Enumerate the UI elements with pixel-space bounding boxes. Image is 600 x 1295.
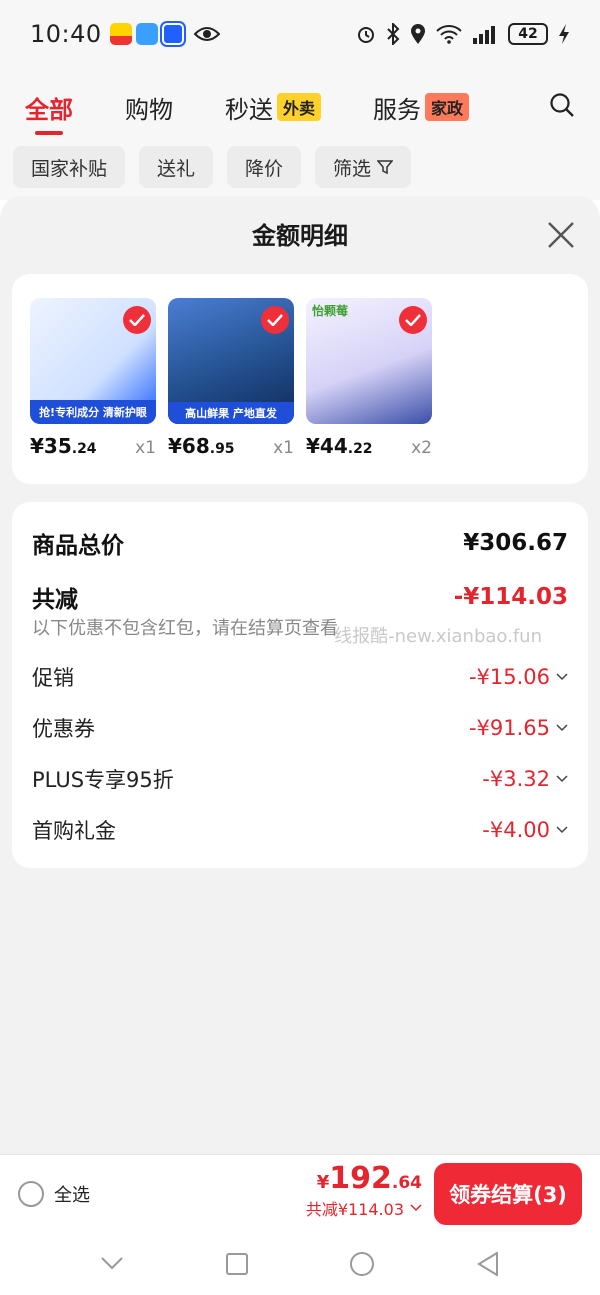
location-icon xyxy=(411,24,425,44)
product-price: ¥68.95 xyxy=(168,434,235,458)
chevron-down-icon xyxy=(410,1204,422,1212)
tab-instant-delivery[interactable]: 秒送 外卖 xyxy=(225,90,322,125)
promo-value: -¥15.06 xyxy=(469,665,568,689)
plus-discount-row[interactable]: PLUS专享95折 -¥3.32 xyxy=(32,764,568,794)
product-image[interactable]: 高山鲜果 产地直发 xyxy=(168,298,294,424)
total-discount-toggle[interactable]: 共减¥114.03 xyxy=(306,1196,422,1220)
check-icon[interactable] xyxy=(261,306,289,334)
product-image-banner: 抢!专利成分 清新护眼 xyxy=(30,400,156,424)
select-all-radio[interactable] xyxy=(18,1181,44,1207)
total-price-value: ¥306.67 xyxy=(463,530,568,556)
nav-back-icon[interactable] xyxy=(476,1251,499,1276)
charging-icon xyxy=(559,24,569,44)
promo-label: 促销 xyxy=(32,666,74,690)
check-icon[interactable] xyxy=(123,306,151,334)
notification-icons xyxy=(109,21,220,47)
system-nav-bar xyxy=(0,1232,600,1295)
total-price: ¥192.64 共减¥114.03 xyxy=(306,1161,422,1220)
signal-icon xyxy=(473,26,495,44)
status-time: 10:40 xyxy=(30,20,102,48)
checkout-button[interactable]: 领券结算(3) xyxy=(434,1163,582,1225)
product-brand-logo: 怡颗莓 xyxy=(312,304,349,318)
select-all[interactable]: 全选 xyxy=(18,1181,90,1207)
first-purchase-value: -¥4.00 xyxy=(482,818,568,842)
nav-down-icon[interactable] xyxy=(101,1256,123,1271)
discount-label: 共减 xyxy=(32,587,78,613)
chevron-down-icon xyxy=(556,775,568,783)
total-price-row: 商品总价 ¥306.67 xyxy=(32,526,568,560)
products-card: 抢!专利成分 清新护眼 ¥35.24 x1 高山鲜果 产地直发 ¥68.95 x… xyxy=(12,274,588,484)
product-qty: x2 xyxy=(411,438,432,458)
app-notification-icon xyxy=(109,23,132,45)
product-price: ¥44.22 xyxy=(306,434,373,458)
status-bar: 10:40 42 xyxy=(0,0,600,68)
weather-app-icon xyxy=(135,23,158,45)
select-all-label: 全选 xyxy=(54,1185,90,1206)
checkout-bar: 全选 ¥192.64 共减¥114.03 领券结算(3) xyxy=(0,1154,600,1232)
chevron-down-icon xyxy=(556,673,568,681)
discount-note: 以下优惠不包含红包，请在结算页查看 xyxy=(32,618,338,639)
eye-icon xyxy=(193,27,220,41)
final-price: ¥192.64 xyxy=(316,1161,422,1196)
check-icon[interactable] xyxy=(399,306,427,334)
alarm-icon xyxy=(358,27,374,43)
total-price-label: 商品总价 xyxy=(32,533,124,559)
first-purchase-row[interactable]: 首购礼金 -¥4.00 xyxy=(32,815,568,845)
amount-detail-sheet: 金额明细 抢!专利成分 清新护眼 ¥35.24 x1 高山鲜果 产地直发 ¥68… xyxy=(0,196,600,1295)
chevron-down-icon xyxy=(556,826,568,834)
sheet-title: 金额明细 xyxy=(252,222,348,250)
filter-chips: 国家补贴 送礼 降价 筛选 xyxy=(0,146,600,188)
coupon-label: 优惠券 xyxy=(32,717,95,741)
plus-discount-value: -¥3.32 xyxy=(482,767,568,791)
product-qty: x1 xyxy=(273,438,294,458)
promo-row[interactable]: 促销 -¥15.06 xyxy=(32,662,568,692)
discount-row: 共减 -¥114.03 xyxy=(32,580,568,614)
chip-filter[interactable]: 筛选 xyxy=(315,146,412,188)
product-price: ¥35.24 xyxy=(30,434,97,458)
plus-discount-label: PLUS专享95折 xyxy=(32,768,174,792)
battery-icon: 42 xyxy=(508,23,548,45)
product-item[interactable]: 抢!专利成分 清新护眼 ¥35.24 x1 xyxy=(30,298,156,458)
wifi-icon xyxy=(436,25,462,44)
browser-app-icon xyxy=(159,21,186,47)
housekeeping-badge: 家政 xyxy=(425,93,470,121)
tab-service[interactable]: 服务 家政 xyxy=(373,90,470,125)
product-image-banner: 高山鲜果 产地直发 xyxy=(168,402,294,424)
coupon-value: -¥91.65 xyxy=(469,716,568,740)
watermark: 线报酷-new.xianbao.fun xyxy=(334,626,542,647)
nav-recent-icon[interactable] xyxy=(225,1252,248,1275)
chip-national-subsidy[interactable]: 国家补贴 xyxy=(13,146,126,188)
search-icon[interactable] xyxy=(549,92,575,118)
product-qty: x1 xyxy=(135,438,156,458)
chip-price-drop[interactable]: 降价 xyxy=(227,146,302,188)
product-item[interactable]: 高山鲜果 产地直发 ¥68.95 x1 xyxy=(168,298,294,458)
filter-icon xyxy=(377,160,394,175)
tab-all[interactable]: 全部 xyxy=(25,90,73,135)
nav-tabs: 全部 购物 秒送 外卖 服务 家政 xyxy=(0,68,600,146)
product-item[interactable]: 怡颗莓 ¥44.22 x2 xyxy=(306,298,432,458)
product-image[interactable]: 抢!专利成分 清新护眼 xyxy=(30,298,156,424)
first-purchase-label: 首购礼金 xyxy=(32,819,116,843)
top-nav: 全部 购物 秒送 外卖 服务 家政 国家补贴 送礼 降价 筛选 xyxy=(0,68,600,200)
coupon-row[interactable]: 优惠券 -¥91.65 xyxy=(32,713,568,743)
close-icon[interactable] xyxy=(546,220,576,250)
product-image[interactable]: 怡颗莓 xyxy=(306,298,432,424)
discount-value: -¥114.03 xyxy=(453,584,568,610)
chevron-down-icon xyxy=(556,724,568,732)
tab-shopping[interactable]: 购物 xyxy=(125,90,173,125)
bluetooth-icon xyxy=(387,23,400,45)
takeout-badge: 外卖 xyxy=(277,93,322,121)
chip-gift[interactable]: 送礼 xyxy=(139,146,214,188)
summary-card: 商品总价 ¥306.67 共减 -¥114.03 以下优惠不包含红包，请在结算页… xyxy=(12,502,588,868)
system-status: 42 xyxy=(356,23,570,45)
nav-home-icon[interactable] xyxy=(350,1251,375,1276)
